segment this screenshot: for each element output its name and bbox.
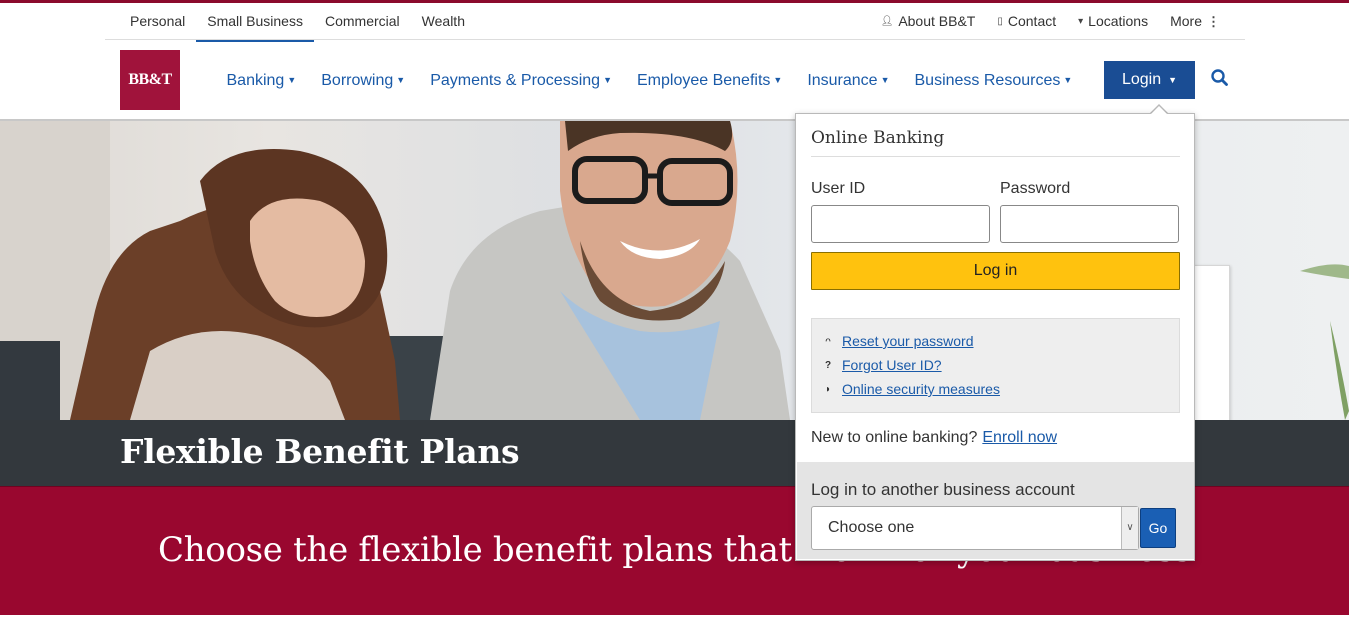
nav-banking[interactable]: Banking ▼	[214, 64, 309, 96]
tab-wealth[interactable]: Wealth	[411, 3, 476, 40]
help-row-forgot: ? Forgot User ID?	[822, 353, 1179, 377]
shield-icon: ◗	[824, 383, 832, 395]
enroll-now-link[interactable]: Enroll now	[982, 429, 1057, 446]
password-label: Password	[1000, 180, 1071, 197]
question-icon: ?	[824, 359, 832, 371]
caret-down-icon: ▼	[287, 75, 297, 85]
contact-link-label: Contact	[1007, 13, 1057, 29]
enroll-line: New to online banking? Enroll now	[811, 429, 1057, 447]
nav-insurance[interactable]: Insurance ▼	[795, 64, 902, 96]
log-in-button[interactable]: Log in	[811, 252, 1180, 290]
key-icon: ᴖ	[825, 335, 831, 347]
caret-down-icon: ▼	[1168, 75, 1178, 85]
other-account-panel: Log in to another business account Choos…	[797, 462, 1194, 559]
about-link[interactable]: 👤︎ About BB&T	[881, 3, 976, 40]
caret-down-icon: ▼	[603, 75, 612, 85]
nav-payments-label: Payments & Processing	[430, 72, 601, 89]
kebab-icon: ⋮	[1207, 14, 1220, 29]
login-button-label: Login	[1121, 71, 1162, 88]
more-menu-label: More	[1170, 13, 1202, 29]
locations-link[interactable]: ▾ Locations	[1078, 3, 1148, 40]
person-icon: 👤︎	[880, 16, 894, 27]
forgot-user-id-link[interactable]: Forgot User ID?	[842, 357, 942, 373]
go-button[interactable]: Go	[1140, 508, 1176, 548]
caret-down-icon: ▼	[1063, 75, 1073, 85]
nav-banking-label: Banking	[226, 72, 285, 89]
login-button[interactable]: Login ▼	[1104, 61, 1195, 99]
locations-link-label: Locations	[1088, 13, 1149, 29]
page-title: Flexible Benefit Plans	[120, 432, 520, 471]
phone-icon: ▯	[997, 16, 1003, 27]
more-menu[interactable]: More ⋮	[1170, 3, 1220, 40]
caret-down-icon: ▼	[880, 75, 890, 85]
help-row-reset: ᴖ Reset your password	[822, 329, 1179, 353]
reset-password-link[interactable]: Reset your password	[842, 333, 974, 349]
help-row-security: ◗ Online security measures	[822, 377, 1179, 401]
utility-bar: Personal Small Business Commercial Wealt…	[105, 3, 1245, 42]
nav-employee-benefits[interactable]: Employee Benefits ▼	[624, 64, 794, 96]
tab-commercial[interactable]: Commercial	[314, 3, 411, 40]
nav-business-resources[interactable]: Business Resources ▼	[902, 64, 1085, 96]
segment-tabs: Personal Small Business Commercial Wealt…	[119, 3, 476, 42]
user-id-field[interactable]	[811, 205, 990, 243]
nav-borrowing-label: Borrowing	[321, 72, 394, 89]
chevron-down-icon: ∨	[1121, 507, 1138, 549]
contact-link[interactable]: ▯ Contact	[997, 3, 1056, 40]
other-account-label: Log in to another business account	[811, 480, 1075, 499]
search-icon[interactable]	[1209, 67, 1231, 89]
bbt-logo[interactable]: BB&T	[120, 50, 180, 110]
utility-links: 👤︎ About BB&T ▯ Contact ▾ Locations More…	[881, 3, 1220, 40]
user-id-label: User ID	[811, 180, 866, 197]
nav-borrowing[interactable]: Borrowing ▼	[309, 64, 418, 96]
nav-payments-processing[interactable]: Payments & Processing ▼	[418, 64, 625, 96]
security-measures-link[interactable]: Online security measures	[842, 381, 1000, 397]
map-pin-icon: ▾	[1078, 16, 1084, 27]
tab-small-business[interactable]: Small Business	[196, 3, 314, 42]
dropdown-pointer-inner	[1150, 105, 1168, 115]
main-nav: Banking ▼ Borrowing ▼ Payments & Processin…	[214, 64, 1085, 96]
enroll-prompt: New to online banking?	[811, 429, 978, 446]
login-panel-heading: Online Banking	[811, 128, 1180, 157]
caret-down-icon: ▼	[773, 75, 783, 85]
nav-insurance-label: Insurance	[807, 72, 878, 89]
account-select[interactable]: Choose one ∨	[811, 506, 1139, 550]
about-link-label: About BB&T	[898, 13, 976, 29]
nav-business-resources-label: Business Resources	[914, 72, 1061, 89]
password-field[interactable]	[1000, 205, 1179, 243]
account-select-value: Choose one	[828, 519, 915, 536]
nav-employee-benefits-label: Employee Benefits	[636, 72, 771, 89]
tab-personal[interactable]: Personal	[119, 3, 196, 40]
help-links-box: ᴖ Reset your password ? Forgot User ID? …	[811, 318, 1180, 413]
caret-down-icon: ▼	[396, 75, 406, 85]
